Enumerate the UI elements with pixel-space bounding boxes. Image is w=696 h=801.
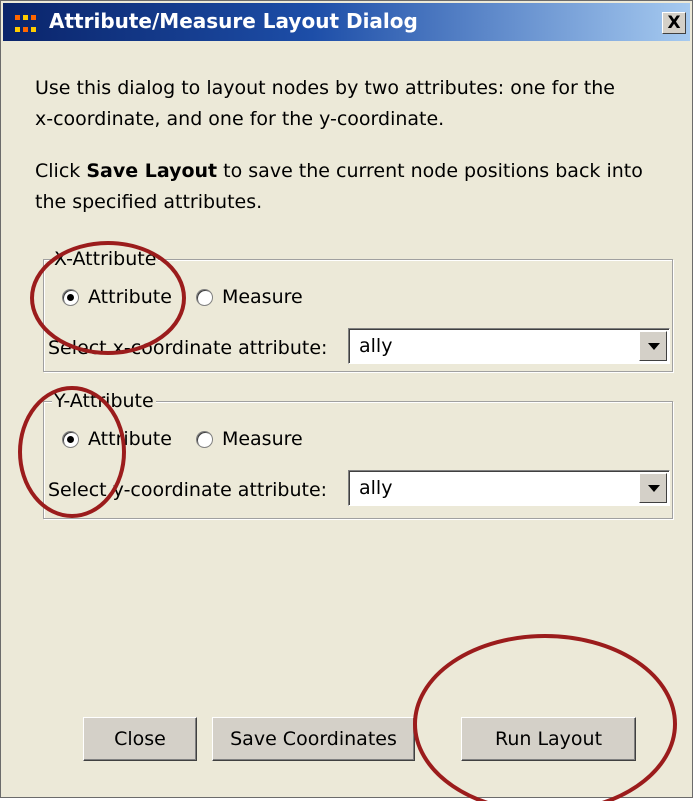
radio-unchecked-icon: [195, 288, 213, 306]
save-layout-emphasis: Save Layout: [86, 160, 218, 182]
dialog-window: Attribute/Measure Layout Dialog X Use th…: [0, 0, 693, 798]
x-attribute-group-title: X-Attribute: [52, 247, 159, 271]
y-measure-radio-label: Measure: [221, 428, 303, 450]
x-radio-row: Attribute Measure: [62, 286, 321, 316]
x-attribute-group: X-Attribute Attribute Measure Select x-c…: [43, 247, 673, 372]
instruction-suffix: to save the current node positions back …: [217, 160, 643, 182]
x-measure-radio[interactable]: Measure: [195, 286, 303, 308]
close-icon: X: [667, 13, 681, 33]
radio-unchecked-icon: [195, 430, 213, 448]
save-coordinates-button[interactable]: Save Coordinates: [212, 717, 415, 761]
y-select-label: Select y-coordinate attribute:: [48, 479, 328, 501]
instruction-line-3: Click Save Layout to save the current no…: [35, 156, 675, 187]
instruction-prefix: Click: [35, 160, 87, 182]
instruction-line-2: x-coordinate, and one for the y-coordina…: [35, 108, 445, 130]
window-title: Attribute/Measure Layout Dialog: [49, 9, 418, 33]
x-attribute-radio[interactable]: Attribute: [62, 286, 172, 308]
y-attribute-group-title: Y-Attribute: [52, 389, 156, 413]
x-select-label: Select x-coordinate attribute:: [48, 337, 328, 359]
y-attribute-radio-label: Attribute: [88, 428, 172, 450]
instruction-line-4: the specified attributes.: [35, 191, 263, 213]
title-bar[interactable]: Attribute/Measure Layout Dialog X: [3, 3, 690, 41]
y-coordinate-select[interactable]: ally: [348, 470, 670, 506]
y-attribute-group: Y-Attribute Attribute Measure Select y-c…: [43, 389, 673, 519]
y-measure-radio[interactable]: Measure: [195, 428, 303, 450]
close-button[interactable]: Close: [83, 717, 197, 761]
chevron-down-icon[interactable]: [639, 473, 667, 503]
radio-checked-icon: [62, 430, 79, 448]
y-select-value: ally: [359, 477, 393, 499]
radio-checked-icon: [62, 288, 79, 306]
instruction-text-2: Click Save Layout to save the current no…: [35, 156, 675, 218]
close-window-button[interactable]: X: [662, 12, 686, 34]
instruction-text-1: Use this dialog to layout nodes by two a…: [35, 73, 675, 135]
app-icon: [15, 15, 36, 32]
run-layout-button[interactable]: Run Layout: [461, 717, 636, 761]
x-attribute-radio-label: Attribute: [88, 286, 172, 308]
chevron-down-icon[interactable]: [639, 331, 667, 361]
x-coordinate-select[interactable]: ally: [348, 328, 670, 364]
x-measure-radio-label: Measure: [221, 286, 303, 308]
x-select-value: ally: [359, 335, 393, 357]
y-radio-row: Attribute Measure: [62, 428, 321, 458]
instruction-line-1: Use this dialog to layout nodes by two a…: [35, 77, 615, 99]
y-attribute-radio[interactable]: Attribute: [62, 428, 172, 450]
